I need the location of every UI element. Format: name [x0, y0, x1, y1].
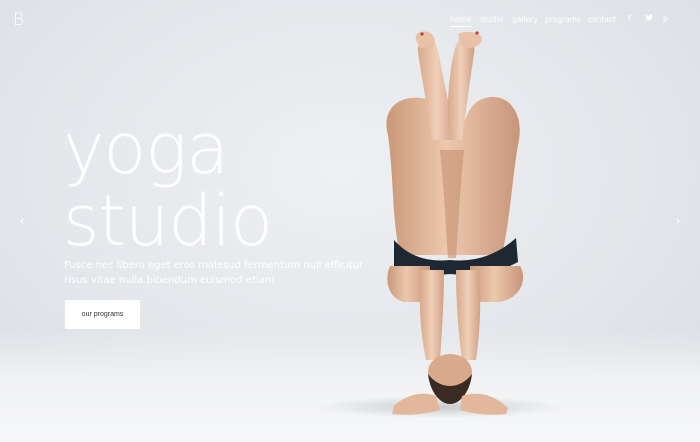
- our-programs-button[interactable]: our programs: [65, 300, 140, 329]
- pinterest-icon[interactable]: p: [663, 14, 668, 23]
- nav-item-gallery[interactable]: gallery: [512, 15, 538, 24]
- nav-item-home[interactable]: home: [450, 15, 472, 27]
- hero-title-line2: studio: [63, 180, 273, 262]
- twitter-bird-icon: [645, 14, 653, 21]
- next-slide-arrow-icon[interactable]: ›: [672, 214, 684, 228]
- floor: [0, 330, 700, 442]
- hero-description: Fusce nec libero eget eros malesud ferme…: [64, 260, 364, 286]
- twitter-icon[interactable]: [645, 14, 653, 23]
- facebook-icon[interactable]: f: [628, 14, 631, 23]
- nav-item-studio[interactable]: studio: [480, 15, 503, 24]
- nav-item-contact[interactable]: contact: [588, 15, 616, 24]
- prev-slide-arrow-icon[interactable]: ‹: [16, 214, 28, 228]
- hero-image-yoga-pose: [386, 31, 524, 415]
- nav-item-programs[interactable]: programs: [545, 15, 581, 24]
- logo[interactable]: B: [13, 10, 24, 30]
- hero-title-line1: yoga: [63, 108, 229, 190]
